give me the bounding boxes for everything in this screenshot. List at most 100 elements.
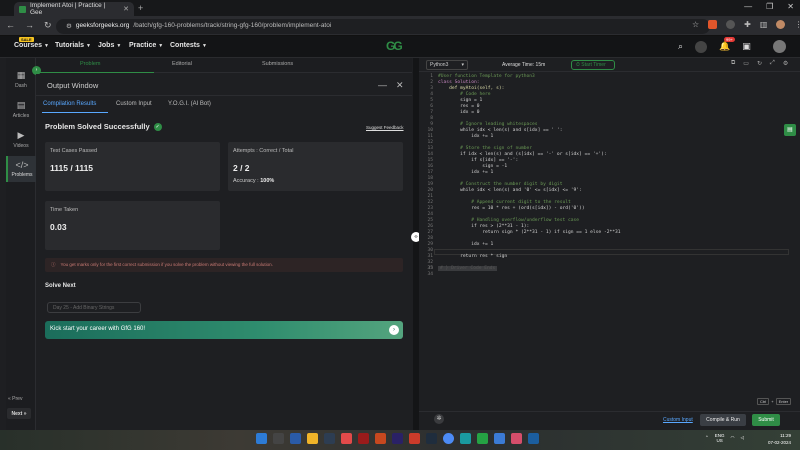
reload-icon[interactable]: ↻ bbox=[44, 20, 52, 31]
refresh-icon[interactable]: ↻ bbox=[757, 60, 762, 67]
sidebar-item-articles[interactable]: ▤ Articles bbox=[6, 100, 36, 119]
timer-label: Start Timer bbox=[581, 62, 606, 68]
taskview-icon[interactable] bbox=[273, 433, 284, 444]
output-window-controls: — ✕ bbox=[378, 80, 404, 91]
gfg-logo[interactable]: GG bbox=[386, 39, 414, 53]
app-icon[interactable] bbox=[290, 433, 301, 444]
tab-submissions[interactable]: Submissions bbox=[262, 61, 293, 67]
wifi-icon[interactable]: ◠ bbox=[731, 435, 735, 441]
start-timer-button[interactable]: ⏱ Start Timer bbox=[571, 60, 615, 70]
close-window-icon[interactable]: ✕ bbox=[787, 2, 794, 11]
cart-icon[interactable]: ▣ bbox=[742, 41, 751, 52]
back-icon[interactable]: ← bbox=[6, 20, 15, 31]
system-clock[interactable]: 11:29 07-02-2024 bbox=[768, 432, 791, 446]
code-area[interactable]: 1 #User function Template for python3 2 cla… bbox=[423, 74, 793, 278]
tab-yogi-bot[interactable]: Y.O.G.I. (AI Bot) bbox=[168, 101, 211, 107]
settings-gear-icon[interactable] bbox=[695, 40, 708, 53]
fullscreen-icon[interactable]: ⤢ bbox=[770, 60, 775, 67]
user-avatar[interactable] bbox=[772, 40, 786, 53]
menu-kebab-icon[interactable]: ⋮ bbox=[794, 20, 800, 29]
code-text: idx += 1 bbox=[438, 170, 494, 175]
language-select[interactable]: Python3 ▾ bbox=[426, 60, 468, 70]
next-problem-chip[interactable]: Day 25 - Add Binary Strings bbox=[47, 302, 141, 313]
tab-editorial[interactable]: Editorial bbox=[172, 61, 192, 67]
compile-run-button[interactable]: Compile & Run bbox=[700, 414, 746, 426]
tab-custom-input[interactable]: Custom Input bbox=[116, 101, 152, 107]
prev-button[interactable]: « Prev bbox=[8, 396, 22, 402]
attempts-value: 2 / 2 bbox=[233, 163, 250, 173]
sidebar-item-label: Problems bbox=[11, 172, 33, 178]
menu-tutorials[interactable]: Tutorials ▼ bbox=[55, 42, 91, 49]
puzzle-icon[interactable]: ✚ bbox=[744, 20, 751, 29]
sidebar-icon[interactable]: ▥ bbox=[760, 20, 768, 29]
next-button[interactable]: Next » bbox=[7, 408, 31, 419]
premiere-icon[interactable] bbox=[392, 433, 403, 444]
chevron-down-icon: ▼ bbox=[158, 43, 164, 49]
settings-icon[interactable]: ⚙ bbox=[783, 60, 788, 67]
menu-jobs[interactable]: Jobs ▼ bbox=[98, 42, 121, 49]
explorer-icon[interactable] bbox=[307, 433, 318, 444]
tab-compilation-results[interactable]: Compilation Results bbox=[43, 101, 96, 107]
tab-problem[interactable]: Problem bbox=[80, 61, 100, 67]
new-tab-icon[interactable]: + bbox=[138, 3, 143, 13]
chrome-icon[interactable] bbox=[443, 433, 454, 444]
app-icon[interactable] bbox=[511, 433, 522, 444]
sidebar-item-problems[interactable]: </> Problems bbox=[6, 156, 36, 182]
app-icon[interactable] bbox=[460, 433, 471, 444]
bookmark-star-icon[interactable]: ☆ bbox=[692, 20, 699, 29]
suggest-feedback-link[interactable]: Suggest Feedback bbox=[366, 125, 404, 130]
menu-label: Tutorials bbox=[55, 42, 85, 49]
menu-contests[interactable]: Contests ▼ bbox=[170, 42, 207, 49]
chat-float-button[interactable]: ▤ bbox=[784, 124, 796, 136]
app-icon[interactable] bbox=[358, 433, 369, 444]
line-number: 35 bbox=[427, 266, 433, 271]
submit-button[interactable]: Submit bbox=[752, 414, 780, 426]
app-icon[interactable] bbox=[477, 433, 488, 444]
close-tab-icon[interactable]: ✕ bbox=[123, 5, 129, 13]
app-icon[interactable] bbox=[375, 433, 386, 444]
gfg160-banner[interactable]: Kick start your career with GfG 160! bbox=[45, 321, 403, 339]
app-icon[interactable] bbox=[324, 433, 335, 444]
app-icon[interactable] bbox=[528, 433, 539, 444]
extension-icon[interactable] bbox=[708, 20, 718, 29]
url-field[interactable]: ⚙ geeksforgeeks.org/batch/gfg-160-proble… bbox=[56, 19, 710, 34]
marks-warning: ⓘ You get marks only for the first corre… bbox=[45, 258, 403, 272]
volume-icon[interactable]: ◁ bbox=[740, 435, 743, 441]
copy-icon[interactable]: ⧉ bbox=[731, 60, 735, 67]
sidebar-item-dash[interactable]: ▦ Dash bbox=[6, 70, 36, 89]
chevron-down-icon: ▼ bbox=[86, 43, 91, 49]
app-icon[interactable] bbox=[341, 433, 352, 444]
forward-icon[interactable]: → bbox=[25, 20, 34, 31]
minimize-icon[interactable]: — bbox=[744, 2, 752, 11]
arrow-right-icon[interactable]: › bbox=[389, 325, 399, 335]
accuracy-label: Accuracy : bbox=[233, 178, 259, 184]
app-icon[interactable] bbox=[494, 433, 505, 444]
custom-input-link[interactable]: Custom Input bbox=[663, 417, 693, 423]
search-icon[interactable]: ⌕ bbox=[678, 41, 683, 52]
extension-icon[interactable] bbox=[726, 20, 736, 29]
bell-icon[interactable]: 🔔 99+ bbox=[719, 37, 735, 52]
bug-icon[interactable]: ✲ bbox=[434, 414, 444, 424]
code-line[interactable]: 34 bbox=[423, 272, 793, 278]
banner-text: Kick start your career with GfG 160! bbox=[50, 326, 146, 332]
menu-courses[interactable]: Courses ▼ bbox=[14, 42, 49, 49]
minimize-icon[interactable]: — bbox=[378, 80, 387, 91]
file-icon[interactable]: ▭ bbox=[743, 60, 749, 67]
app-icon[interactable] bbox=[409, 433, 420, 444]
browser-tab[interactable]: Implement Atoi | Practice | Gee ✕ bbox=[14, 2, 134, 16]
sidebar-item-videos[interactable]: ▶ Videos bbox=[6, 130, 36, 149]
windows-start-icon[interactable] bbox=[256, 433, 267, 444]
profile-avatar[interactable] bbox=[776, 20, 786, 29]
site-info-icon[interactable]: ⚙ bbox=[66, 22, 72, 31]
chevron-down-icon: ▼ bbox=[116, 43, 122, 49]
app-icon[interactable] bbox=[426, 433, 437, 444]
tray-chevron-icon[interactable]: ⌃ bbox=[705, 435, 709, 441]
input-language[interactable]: ENG US bbox=[715, 433, 725, 443]
menu-practice[interactable]: Practice ▼ bbox=[129, 42, 163, 49]
extension-icons: ☆ ✚ ▥ ⋮ bbox=[692, 20, 800, 29]
test-cases-value: 1115 / 1115 bbox=[50, 163, 94, 173]
maximize-icon[interactable]: ❐ bbox=[766, 2, 773, 11]
collapsed-driver-code[interactable]: # } Driver Code Ends bbox=[438, 266, 498, 271]
close-icon[interactable]: ✕ bbox=[396, 80, 404, 91]
gfg-favicon-icon bbox=[19, 5, 26, 13]
